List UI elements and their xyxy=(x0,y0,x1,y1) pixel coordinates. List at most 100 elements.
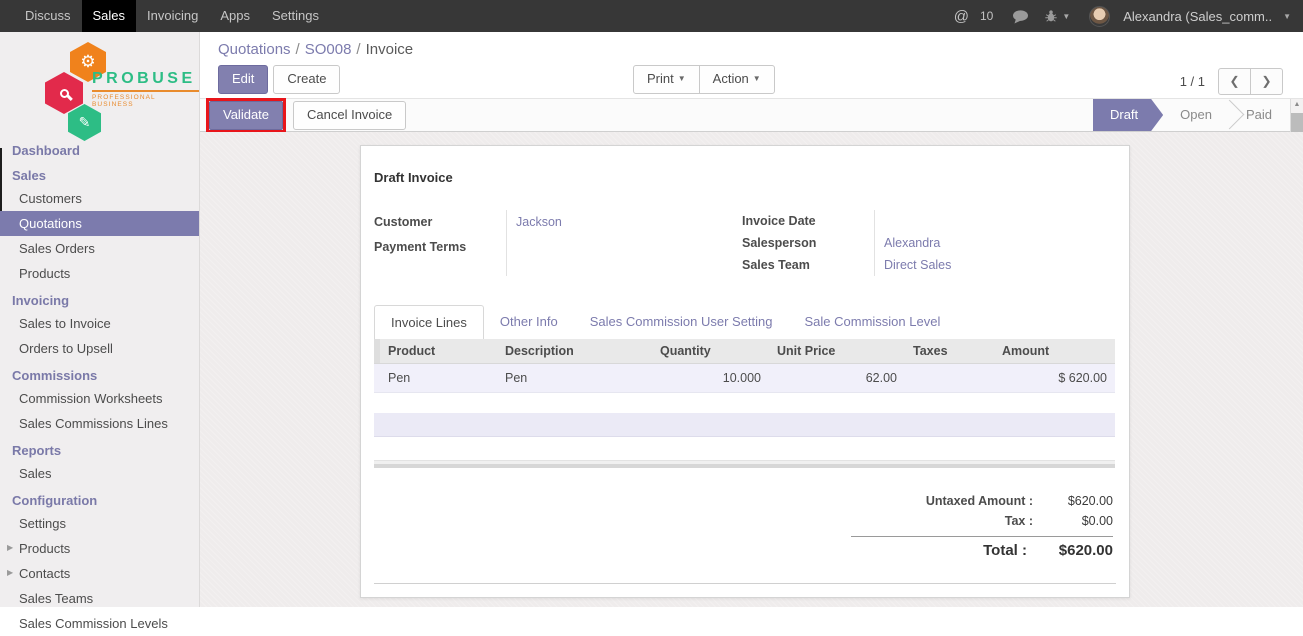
sidebar-item-sales-to-invoice[interactable]: Sales to Invoice xyxy=(0,311,199,336)
status-state-paid[interactable]: Paid xyxy=(1229,99,1289,131)
nav-item-settings[interactable]: Settings xyxy=(261,0,330,32)
logo-magnifier-hexagon-icon xyxy=(45,72,83,114)
pager-previous-button[interactable]: ❮ xyxy=(1218,68,1251,95)
sidebar-heading-invoicing[interactable]: Invoicing xyxy=(0,286,199,311)
invoice-lines-table: Product Description Quantity Unit Price … xyxy=(374,339,1115,393)
sidebar-heading-dashboard[interactable]: Dashboard xyxy=(0,136,199,161)
tax-value: $0.00 xyxy=(1041,511,1113,531)
totals-block: Untaxed Amount : $620.00 Tax : $0.00 Tot… xyxy=(851,491,1113,561)
user-menu[interactable]: Alexandra (Sales_comm.. xyxy=(1123,9,1272,24)
nav-item-apps[interactable]: Apps xyxy=(209,0,261,32)
column-header-unit-price[interactable]: Unit Price xyxy=(769,339,905,364)
mention-count[interactable]: 10 xyxy=(980,9,993,23)
payment-terms-value[interactable] xyxy=(516,235,742,260)
tab-other-info[interactable]: Other Info xyxy=(484,305,574,339)
caret-down-icon: ▼ xyxy=(678,74,686,83)
cell-taxes[interactable] xyxy=(905,364,994,393)
sidebar-item-quotations[interactable]: Quotations xyxy=(0,211,199,236)
action-label: Action xyxy=(713,71,749,86)
breadcrumb-quotations[interactable]: Quotations xyxy=(218,41,291,58)
breadcrumb-separator: / xyxy=(291,41,305,58)
user-avatar[interactable] xyxy=(1089,6,1110,27)
column-header-product[interactable]: Product xyxy=(380,339,497,364)
breadcrumb-separator: / xyxy=(351,41,365,58)
validate-button[interactable]: Validate xyxy=(209,101,283,130)
bug-icon[interactable]: ▼ xyxy=(1044,9,1070,23)
caret-down-icon: ▼ xyxy=(1062,12,1070,21)
create-button[interactable]: Create xyxy=(273,65,340,94)
sidebar-item-config-contacts[interactable]: ▶Contacts xyxy=(0,561,199,586)
column-header-description[interactable]: Description xyxy=(497,339,652,364)
status-state-draft[interactable]: Draft xyxy=(1093,99,1163,131)
sidebar-item-sales-teams[interactable]: Sales Teams xyxy=(0,586,199,611)
payment-terms-label: Payment Terms xyxy=(374,235,506,260)
invoice-date-label: Invoice Date xyxy=(742,210,874,232)
untaxed-amount-label: Untaxed Amount : xyxy=(926,491,1033,511)
sidebar-heading-configuration[interactable]: Configuration xyxy=(0,486,199,511)
column-header-amount[interactable]: Amount xyxy=(994,339,1115,364)
logo-title: PROBUSE xyxy=(92,70,199,88)
chevron-right-icon: ▶ xyxy=(7,568,13,577)
pager-counter: 1 / 1 xyxy=(1180,74,1205,89)
tab-sales-commission-user-setting[interactable]: Sales Commission User Setting xyxy=(574,305,789,339)
breadcrumb-so008[interactable]: SO008 xyxy=(305,41,352,58)
nav-item-invoicing[interactable]: Invoicing xyxy=(136,0,209,32)
probuse-logo[interactable]: ⚙ ✎ PROBUSE PROFESSIONAL BUSINESS xyxy=(0,40,199,136)
tab-invoice-lines[interactable]: Invoice Lines xyxy=(374,305,484,339)
column-header-quantity[interactable]: Quantity xyxy=(652,339,769,364)
cancel-invoice-button[interactable]: Cancel Invoice xyxy=(293,101,406,130)
sidebar-item-products[interactable]: Products xyxy=(0,261,199,286)
totals-divider xyxy=(851,536,1113,537)
sidebar-item-reports-sales[interactable]: Sales xyxy=(0,461,199,486)
logo-subtitle: PROFESSIONAL BUSINESS xyxy=(92,90,199,108)
empty-line-strip[interactable] xyxy=(374,413,1115,437)
caret-down-icon: ▼ xyxy=(1283,12,1291,21)
pager-next-button[interactable]: ❯ xyxy=(1250,68,1283,95)
cell-quantity[interactable]: 10.000 xyxy=(652,364,769,393)
sidebar-item-commission-worksheets[interactable]: Commission Worksheets xyxy=(0,386,199,411)
status-state-open[interactable]: Open xyxy=(1163,99,1229,131)
sidebar-heading-reports[interactable]: Reports xyxy=(0,436,199,461)
untaxed-amount-value: $620.00 xyxy=(1041,491,1113,511)
form-view-background: Draft Invoice Customer Payment Terms Jac… xyxy=(200,132,1303,607)
cell-product[interactable]: Pen xyxy=(380,364,497,393)
main-area: Quotations/SO008/Invoice Edit Create Pri… xyxy=(200,32,1303,607)
sidebar-heading-sales[interactable]: Sales xyxy=(0,161,199,186)
top-systray: @ 10 ▼ Alexandra (Sales_comm.. ▼ xyxy=(950,0,1303,32)
edit-button[interactable]: Edit xyxy=(218,65,268,94)
breadcrumb: Quotations/SO008/Invoice xyxy=(218,41,413,58)
nav-item-discuss[interactable]: Discuss xyxy=(14,0,82,32)
sidebar-item-sales-commissions-lines[interactable]: Sales Commissions Lines xyxy=(0,411,199,436)
customer-value-link[interactable]: Jackson xyxy=(516,210,742,235)
scroll-up-arrow-icon[interactable]: ▲ xyxy=(1291,99,1303,112)
customer-label: Customer xyxy=(374,210,506,235)
cell-amount[interactable]: $ 620.00 xyxy=(994,364,1115,393)
cell-description[interactable]: Pen xyxy=(497,364,652,393)
invoice-date-value[interactable] xyxy=(884,210,1114,232)
sidebar-item-sales-orders[interactable]: Sales Orders xyxy=(0,236,199,261)
salesperson-value-link[interactable]: Alexandra xyxy=(884,232,1114,254)
horizontal-scrollbar[interactable] xyxy=(374,460,1115,468)
sales-team-value-link[interactable]: Direct Sales xyxy=(884,254,1114,276)
tab-sale-commission-level[interactable]: Sale Commission Level xyxy=(789,305,957,339)
control-panel: Quotations/SO008/Invoice Edit Create Pri… xyxy=(200,32,1303,99)
table-row[interactable]: Pen Pen 10.000 62.00 $ 620.00 xyxy=(374,364,1115,393)
print-dropdown-button[interactable]: Print ▼ xyxy=(633,65,700,94)
print-label: Print xyxy=(647,71,674,86)
mentions-at-icon[interactable]: @ xyxy=(954,8,969,25)
action-dropdown-button[interactable]: Action ▼ xyxy=(699,65,775,94)
sidebar-item-label: Products xyxy=(19,541,70,556)
status-pipeline: Draft Open Paid xyxy=(1093,99,1289,131)
invoice-title: Draft Invoice xyxy=(374,170,453,185)
cell-unit-price[interactable]: 62.00 xyxy=(769,364,905,393)
nav-item-sales[interactable]: Sales xyxy=(82,0,137,32)
sidebar-item-config-products[interactable]: ▶Products xyxy=(0,536,199,561)
sidebar-item-orders-to-upsell[interactable]: Orders to Upsell xyxy=(0,336,199,361)
sidebar-item-settings[interactable]: Settings xyxy=(0,511,199,536)
caret-down-icon: ▼ xyxy=(753,74,761,83)
column-header-taxes[interactable]: Taxes xyxy=(905,339,994,364)
sidebar-item-sales-commission-levels[interactable]: Sales Commission Levels xyxy=(0,611,199,636)
sidebar-item-customers[interactable]: Customers xyxy=(0,186,199,211)
sidebar-heading-commissions[interactable]: Commissions xyxy=(0,361,199,386)
messages-icon[interactable] xyxy=(1012,9,1029,24)
